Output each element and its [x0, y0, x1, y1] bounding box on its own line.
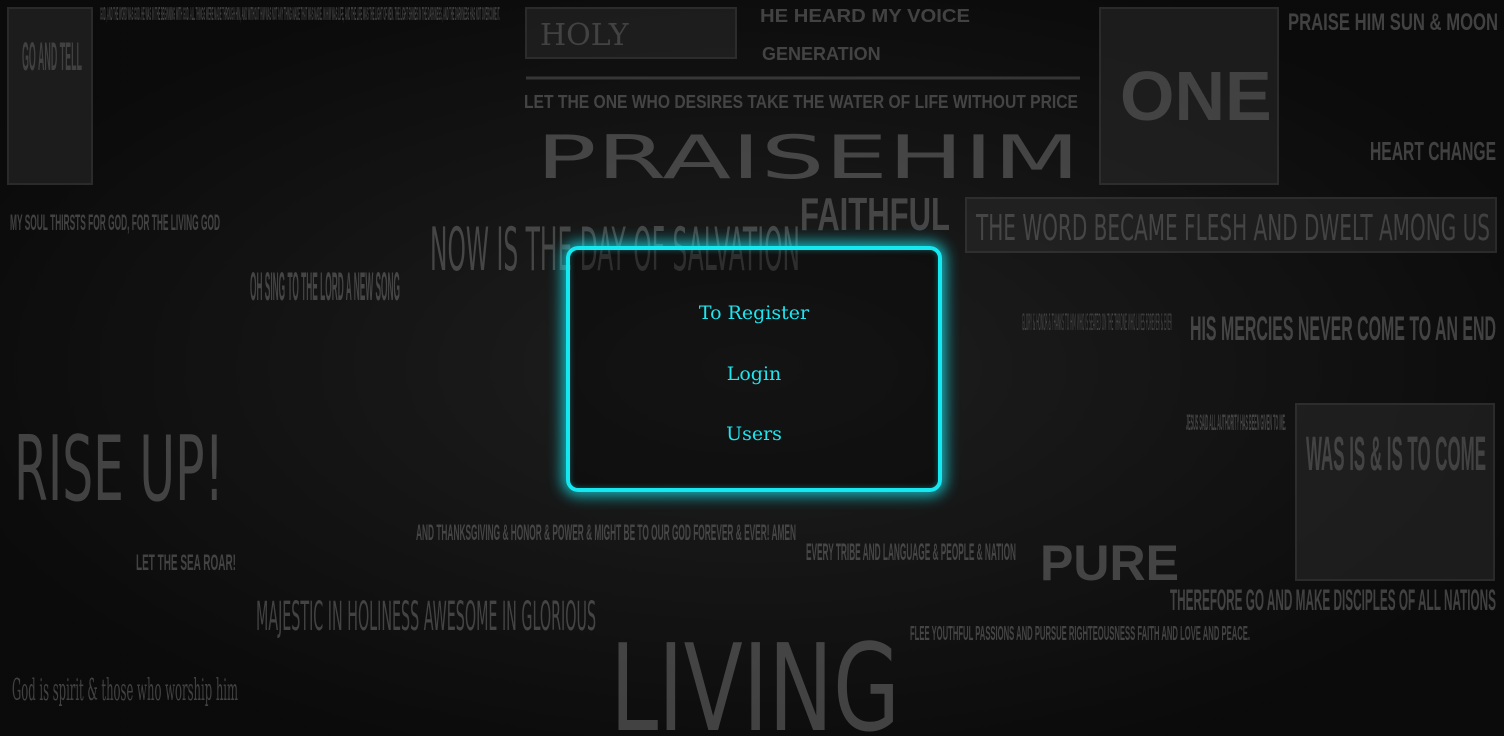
bg-sea-roar: LET THE SEA ROAR! — [136, 550, 236, 575]
bg-was-is: WAS IS & IS TO COME — [1306, 428, 1486, 481]
bg-word-became: THE WORD BECAME FLESH AND DWELT AMONG US — [975, 208, 1490, 249]
bg-faithful: FAITHFUL — [800, 188, 950, 240]
bg-his-mercies: HIS MERCIES NEVER COME TO AN END — [1190, 310, 1496, 348]
bg-rise-up: RISE UP! — [14, 417, 224, 522]
bg-flee: FLEE YOUTHFUL PASSIONS AND PURSUE RIGHTE… — [910, 623, 1250, 645]
bg-every-tribe: EVERY TRIBE AND LANGUAGE & PEOPLE & NATI… — [806, 539, 1016, 566]
bg-heart-change: HEART CHANGE — [1370, 136, 1496, 166]
bg-holy: HOLY — [540, 18, 630, 53]
bg-majestic: MAJESTIC IN HOLINESS AWESOME IN GLORIOUS — [256, 594, 596, 640]
bg-disciples: THEREFORE GO AND MAKE DISCIPLES OF ALL N… — [1170, 584, 1496, 617]
bg-one: ONE — [1120, 57, 1272, 135]
bg-god-is-spirit: God is spirit & those who worship him — [12, 673, 238, 708]
bg-praise-him: PRAISEHIM — [536, 123, 1080, 193]
menu-panel: To Register Login Users — [566, 246, 942, 492]
bg-heard-voice: HE HEARD MY VOICE — [760, 6, 970, 26]
bg-go-and-tell: GO AND TELL — [22, 35, 82, 79]
register-link[interactable]: To Register — [570, 302, 938, 324]
bg-jesus-said: JESUS SAID ALL AUTHORITY HAS BEEN GIVEN … — [1186, 410, 1286, 435]
bg-water-of-life: LET THE ONE WHO DESIRES TAKE THE WATER O… — [524, 92, 1078, 112]
bg-oh-sing: OH SING TO THE LORD A NEW SONG — [250, 265, 400, 309]
bg-pure: PURE — [1040, 535, 1179, 591]
users-link[interactable]: Users — [570, 423, 938, 445]
bg-glory-honor: GLORY & HONOR & THANKS TO HIM WHO IS SEA… — [1022, 311, 1172, 336]
bg-generation: GENERATION — [762, 44, 881, 64]
bg-praise-sun-moon: PRAISE HIM SUN & MOON — [1288, 9, 1498, 36]
login-link[interactable]: Login — [570, 363, 938, 385]
bg-thanksgiving: AND THANKSGIVING & HONOR & POWER & MIGHT… — [416, 520, 796, 545]
bg-my-soul: MY SOUL THIRSTS FOR GOD, FOR THE LIVING … — [10, 210, 220, 235]
bg-living: LIVING — [610, 620, 900, 736]
bg-john-verse: GOD, AND THE WORD WAS GOD. HE WAS IN THE… — [100, 4, 500, 24]
